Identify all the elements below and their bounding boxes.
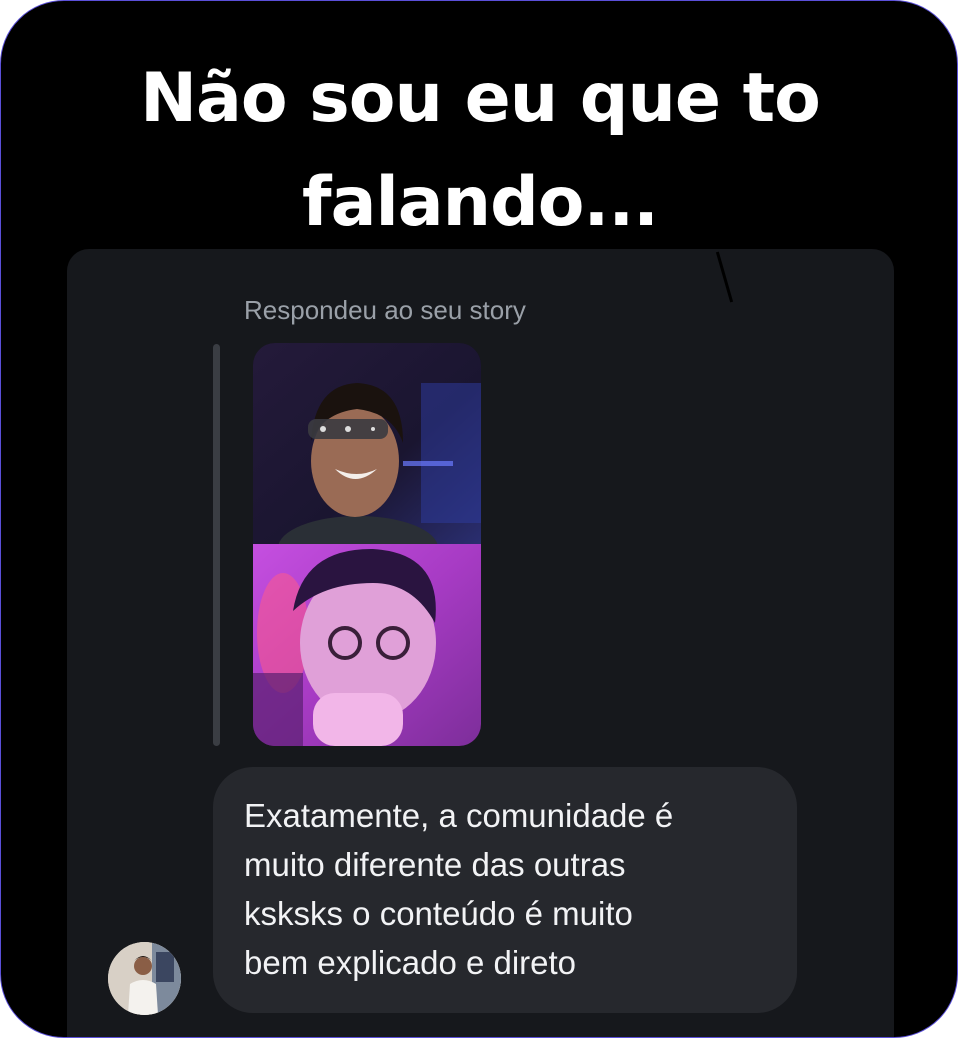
message-line: bem explicado e direto xyxy=(244,944,577,981)
story-reply-indicator-bar xyxy=(213,344,220,746)
story-thumbnail[interactable] xyxy=(253,343,481,746)
avatar-image xyxy=(108,942,181,1015)
message-line: Exatamente, a comunidade é xyxy=(244,797,674,834)
headline-line-1: Não sou eu que to xyxy=(140,59,821,138)
headline-line-2: falando... xyxy=(302,163,659,242)
sender-avatar[interactable] xyxy=(108,942,181,1015)
post-frame: Não sou eu que to falando... Respondeu a… xyxy=(0,0,958,1038)
story-reply-label: Respondeu ao seu story xyxy=(244,295,526,325)
message-line: ksksks o conteúdo é muito xyxy=(244,895,633,932)
message-text: Exatamente, a comunidade é muito diferen… xyxy=(244,791,784,987)
message-line: muito diferente das outras xyxy=(244,846,626,883)
headline: Não sou eu que to falando... xyxy=(1,47,957,255)
story-thumbnail-image xyxy=(253,343,481,746)
